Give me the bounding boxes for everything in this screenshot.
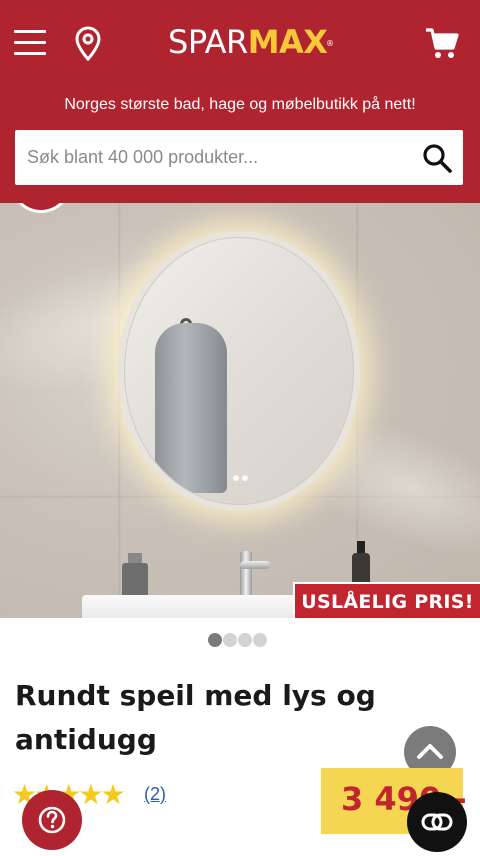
gallery-dot[interactable] — [223, 633, 237, 647]
mirror-touch-buttons — [233, 466, 253, 481]
towel-reflection — [155, 323, 227, 493]
tagline: Norges største bad, hage og møbelbutikk … — [64, 96, 416, 113]
logo-text-spar: SPAR — [168, 23, 248, 61]
chat-link-icon — [421, 813, 453, 831]
promo-badge: USLÅELIG PRIS! — [293, 582, 480, 618]
sparmax-logo[interactable]: SPARMAX ® — [168, 22, 334, 62]
gallery-pagination — [208, 632, 268, 648]
gallery-dot[interactable] — [238, 633, 252, 647]
gallery-dot[interactable] — [208, 633, 222, 647]
round-mirror — [124, 237, 354, 505]
star-icon: ★ — [100, 778, 126, 811]
product-image[interactable]: USLÅELIG PRIS! — [0, 203, 480, 618]
shopping-cart-icon[interactable] — [424, 26, 460, 62]
hamburger-menu-icon[interactable] — [14, 28, 46, 56]
faucet-icon — [234, 543, 270, 599]
product-title: Rundt speil med lys og antidugg — [15, 679, 376, 756]
gallery-dot[interactable] — [253, 633, 267, 647]
site-header: SPARMAX ® Norges største bad, hage og møb… — [0, 0, 480, 203]
review-count-link[interactable]: (2) — [144, 784, 166, 805]
search-bar — [15, 130, 463, 185]
location-pin-icon[interactable] — [74, 26, 102, 62]
question-icon — [38, 806, 66, 834]
search-input[interactable] — [15, 130, 405, 185]
logo-text-max: MAX — [247, 23, 328, 61]
soap-jar — [122, 553, 148, 599]
help-button[interactable] — [22, 790, 82, 850]
discount-badge-icon — [10, 203, 72, 213]
chat-button[interactable] — [407, 792, 467, 852]
logo-trademark: ® — [325, 39, 334, 48]
search-icon[interactable] — [421, 142, 453, 174]
sink — [82, 595, 322, 618]
